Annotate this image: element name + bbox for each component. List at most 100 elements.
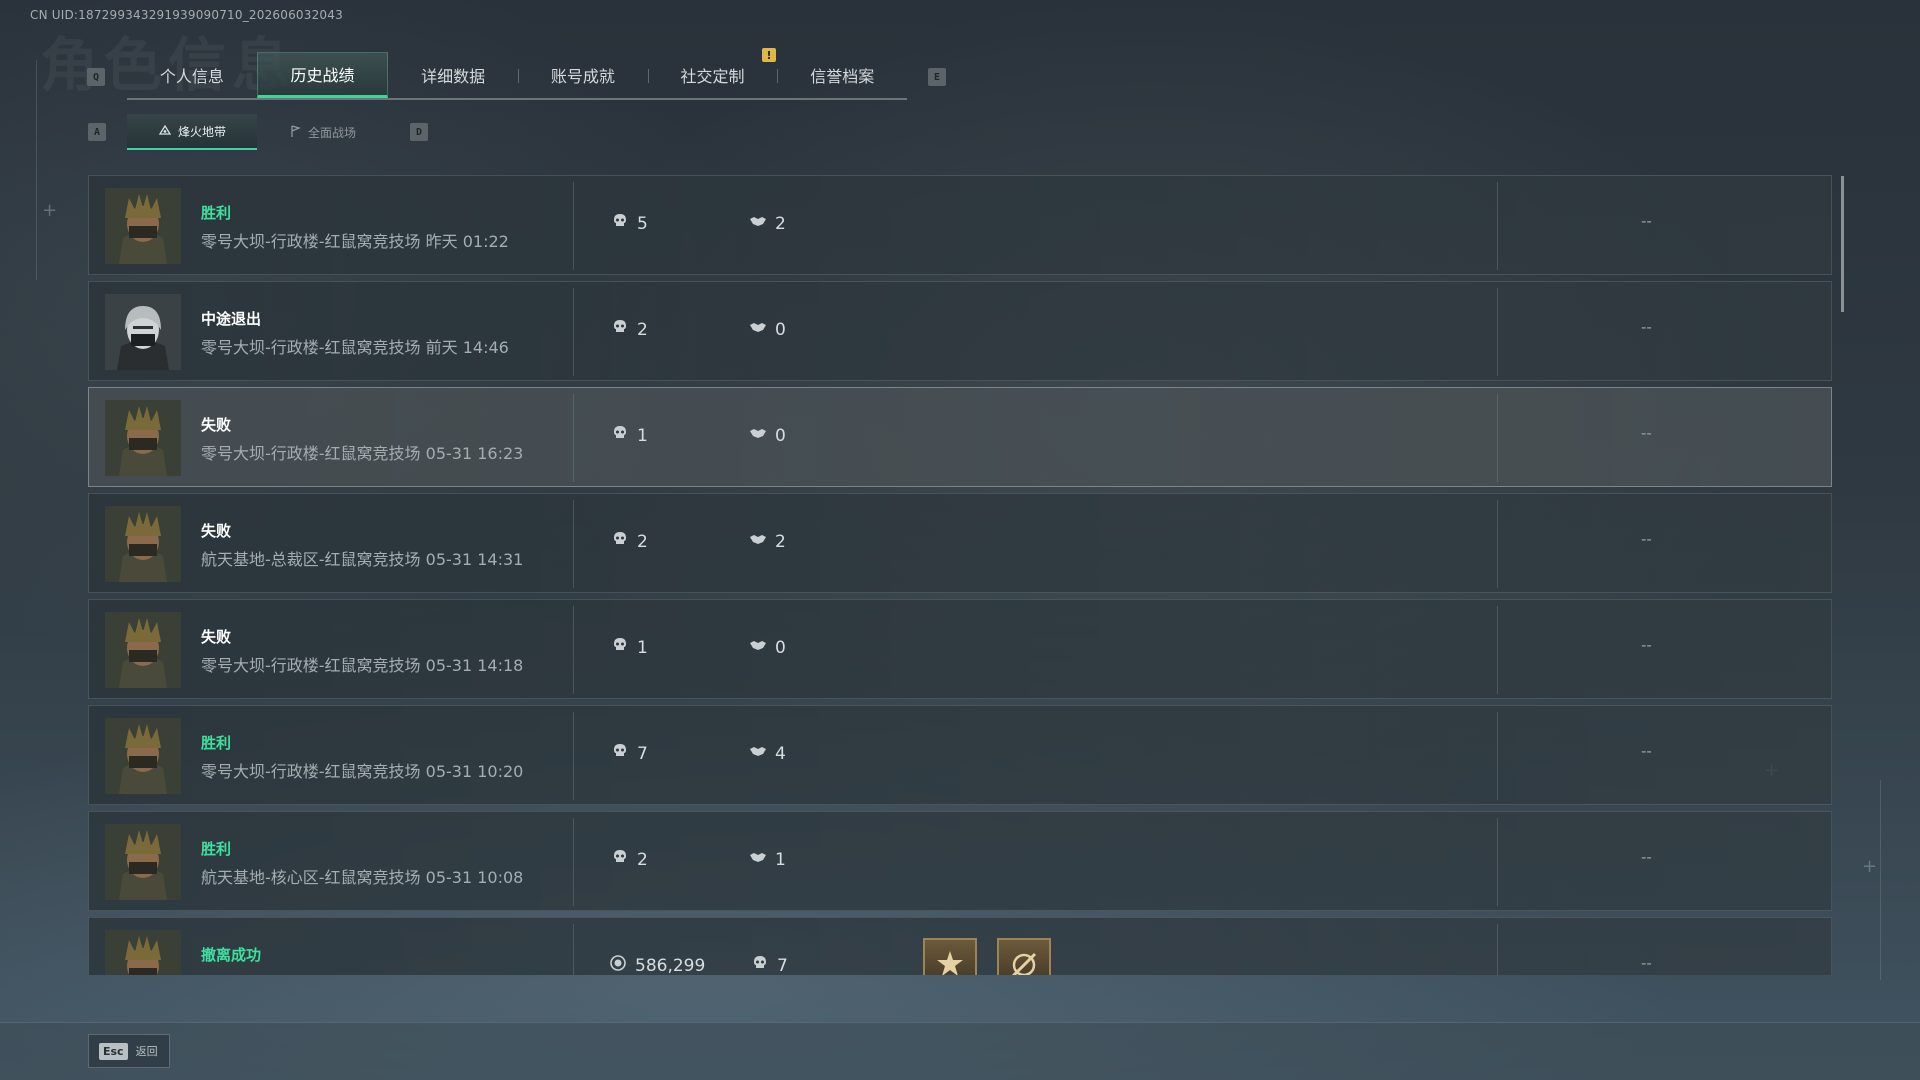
key-hint-a[interactable]: A bbox=[88, 123, 106, 141]
divider bbox=[573, 818, 574, 906]
uid-label: CN UID:187299343291939090710_20260603204… bbox=[30, 8, 343, 22]
match-row[interactable]: 胜利 零号大坝-行政楼-红鼠窝竞技场 05-31 10:20 7 4 -- bbox=[88, 705, 1832, 805]
subtab-label: 全面战场 bbox=[307, 125, 356, 140]
match-result: 失败 bbox=[201, 416, 232, 434]
kills-stat: 2 bbox=[611, 848, 648, 871]
back-button[interactable]: Esc 返回 bbox=[88, 1034, 170, 1068]
kills-value: 1 bbox=[637, 637, 648, 658]
assists-stat: 0 bbox=[749, 318, 786, 341]
divider bbox=[1497, 712, 1498, 800]
match-result: 胜利 bbox=[201, 840, 232, 858]
kills-value: 2 bbox=[637, 319, 648, 340]
operator-avatar bbox=[105, 824, 181, 900]
kills-value: 7 bbox=[777, 955, 788, 976]
kills-stat: 7 bbox=[751, 954, 788, 975]
divider bbox=[573, 606, 574, 694]
radar-icon bbox=[158, 123, 172, 140]
footer-bar bbox=[0, 1022, 1920, 1080]
skull-icon bbox=[611, 530, 629, 553]
assists-stat: 0 bbox=[749, 636, 786, 659]
deco-line bbox=[1880, 780, 1881, 980]
tab-detailed-data[interactable]: 详细数据 bbox=[388, 52, 518, 98]
handshake-icon bbox=[749, 636, 767, 659]
match-row[interactable]: 失败 零号大坝-行政楼-红鼠窝竞技场 05-31 14:18 1 0 -- bbox=[88, 599, 1832, 699]
subtab-extraction[interactable]: 烽火地带 bbox=[127, 114, 257, 150]
skull-icon bbox=[611, 742, 629, 765]
kills-stat: 1 bbox=[611, 636, 648, 659]
operator-avatar bbox=[105, 188, 181, 264]
deco-plus: + bbox=[42, 200, 58, 221]
kills-value: 1 bbox=[637, 425, 648, 446]
extra-value: -- bbox=[1641, 742, 1652, 760]
kills-stat: 1 bbox=[611, 424, 648, 447]
extra-value: -- bbox=[1641, 318, 1652, 336]
skull-icon bbox=[611, 424, 629, 447]
divider bbox=[1497, 818, 1498, 906]
kills-stat: 5 bbox=[611, 212, 648, 235]
match-row[interactable]: 失败 航天基地-总裁区-红鼠窝竞技场 05-31 14:31 2 2 -- bbox=[88, 493, 1832, 593]
divider bbox=[573, 924, 574, 975]
scrollbar[interactable] bbox=[1841, 176, 1844, 312]
handshake-icon bbox=[749, 742, 767, 765]
tab-match-history[interactable]: 历史战绩 bbox=[256, 52, 389, 98]
operator-avatar bbox=[105, 506, 181, 582]
deco-plus: + bbox=[1862, 856, 1878, 877]
key-hint-e[interactable]: E bbox=[928, 68, 946, 86]
tab-personal-info[interactable]: 个人信息 bbox=[127, 52, 257, 98]
match-result: 失败 bbox=[201, 628, 232, 646]
operator-avatar bbox=[105, 400, 181, 476]
operator-avatar bbox=[105, 612, 181, 688]
divider bbox=[1497, 288, 1498, 376]
tab-achievements[interactable]: 账号成就 bbox=[518, 52, 648, 98]
match-row[interactable]: 失败 零号大坝-行政楼-红鼠窝竞技场 05-31 16:23 1 0 -- bbox=[88, 387, 1832, 487]
divider bbox=[1497, 924, 1498, 975]
assists-value: 4 bbox=[775, 743, 786, 764]
skull-icon bbox=[611, 212, 629, 235]
divider bbox=[573, 394, 574, 482]
kills-stat: 7 bbox=[611, 742, 648, 765]
skull-icon bbox=[751, 954, 769, 975]
assists-stat: 4 bbox=[749, 742, 786, 765]
assists-value: 2 bbox=[775, 531, 786, 552]
handshake-icon bbox=[749, 212, 767, 235]
match-map-time: 零号大坝-行政楼-红鼠窝竞技场 05-31 16:23 bbox=[201, 444, 524, 463]
achievement-badge-icon bbox=[923, 938, 977, 975]
coin-icon bbox=[609, 954, 627, 975]
skull-icon bbox=[611, 318, 629, 341]
match-result: 中途退出 bbox=[201, 310, 262, 328]
extra-value: -- bbox=[1641, 636, 1652, 654]
kills-stat: 2 bbox=[611, 530, 648, 553]
kills-value: 7 bbox=[637, 743, 648, 764]
assists-stat: 2 bbox=[749, 530, 786, 553]
key-hint-q[interactable]: Q bbox=[87, 68, 105, 86]
tab-credit-record[interactable]: 信誉档案 bbox=[777, 52, 907, 98]
match-map-time: 零号大坝-行政楼-红鼠窝竞技场 前天 14:46 bbox=[201, 338, 509, 357]
match-result: 胜利 bbox=[201, 204, 232, 222]
handshake-icon bbox=[749, 848, 767, 871]
match-row[interactable]: 撤离成功 586,299 7 -- bbox=[88, 917, 1832, 975]
divider bbox=[1497, 394, 1498, 482]
match-history-list: 胜利 零号大坝-行政楼-红鼠窝竞技场 昨天 01:22 5 2 -- 中途退出 … bbox=[88, 175, 1832, 975]
subtab-warfare[interactable]: 全面战场 bbox=[257, 114, 387, 150]
alert-badge: ! bbox=[762, 48, 776, 62]
key-hint-d[interactable]: D bbox=[410, 123, 428, 141]
match-map-time: 零号大坝-行政楼-红鼠窝竞技场 05-31 14:18 bbox=[201, 656, 524, 675]
back-label: 返回 bbox=[135, 1045, 158, 1058]
match-row[interactable]: 胜利 零号大坝-行政楼-红鼠窝竞技场 昨天 01:22 5 2 -- bbox=[88, 175, 1832, 275]
money-value: 586,299 bbox=[635, 955, 706, 976]
match-result: 失败 bbox=[201, 522, 232, 540]
mode-tabs: 烽火地带 全面战场 bbox=[127, 114, 387, 150]
extra-value: -- bbox=[1641, 848, 1652, 866]
tab-social-custom[interactable]: 社交定制 bbox=[647, 52, 778, 98]
extra-value: -- bbox=[1641, 212, 1652, 230]
match-row[interactable]: 中途退出 零号大坝-行政楼-红鼠窝竞技场 前天 14:46 2 0 -- bbox=[88, 281, 1832, 381]
kills-value: 2 bbox=[637, 849, 648, 870]
operator-avatar bbox=[105, 930, 181, 975]
match-map-time: 零号大坝-行政楼-红鼠窝竞技场 昨天 01:22 bbox=[201, 232, 509, 251]
match-result: 胜利 bbox=[201, 734, 232, 752]
match-row[interactable]: 胜利 航天基地-核心区-红鼠窝竞技场 05-31 10:08 2 1 -- bbox=[88, 811, 1832, 911]
achievement-badge-icon bbox=[997, 938, 1051, 975]
divider bbox=[573, 288, 574, 376]
subtab-label: 烽火地带 bbox=[177, 124, 226, 139]
assists-value: 0 bbox=[775, 637, 786, 658]
